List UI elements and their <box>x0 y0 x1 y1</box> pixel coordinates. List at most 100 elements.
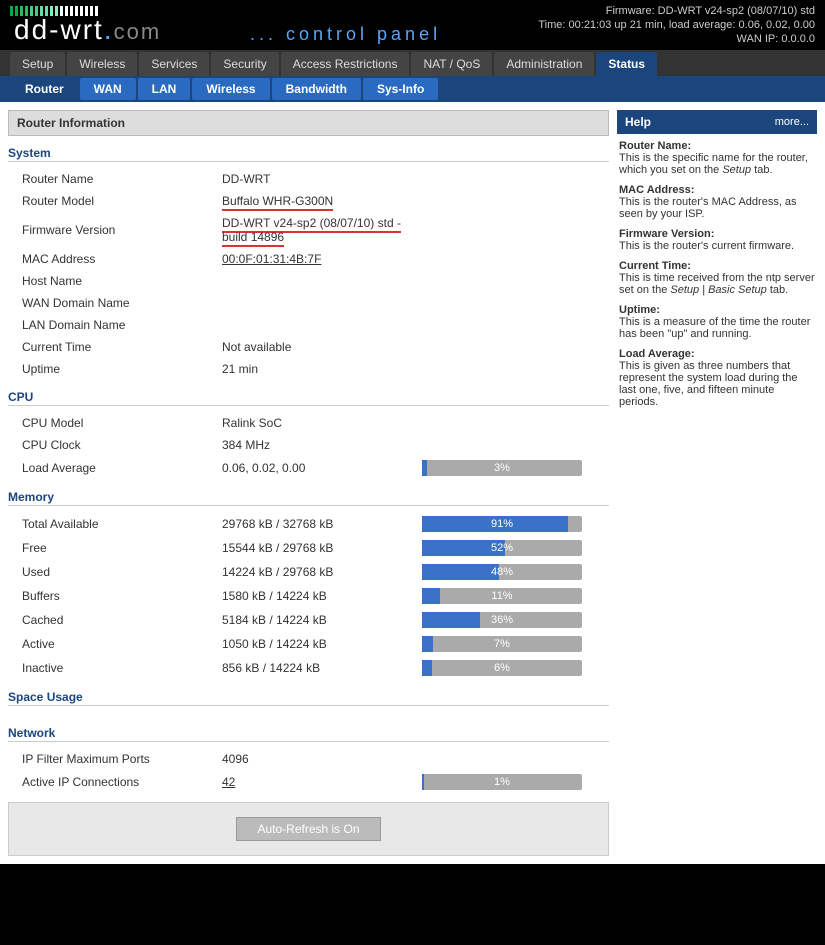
help-body: Router Name:This is the specific name fo… <box>617 134 817 414</box>
label: Router Name <box>22 172 222 186</box>
header-status: Firmware: DD-WRT v24-sp2 (08/07/10) std … <box>538 4 815 46</box>
label: WAN Domain Name <box>22 296 222 310</box>
row-free: Free15544 kB / 29768 kB52% <box>8 536 609 560</box>
label: Load Average <box>22 461 222 475</box>
footer-box: Auto-Refresh is On <box>8 802 609 856</box>
row-wan-domain-name: WAN Domain Name <box>8 292 609 314</box>
bar-cell: 1% <box>422 774 609 790</box>
page: dd-wrt..comcom ... control panel Firmwar… <box>0 0 825 864</box>
help-item-body: This is a measure of the time the router… <box>619 316 815 340</box>
tab-security[interactable]: Security <box>211 52 278 76</box>
value: 0.06, 0.02, 0.00 <box>222 461 422 475</box>
help-panel: Help more... Router Name:This is the spe… <box>617 110 817 414</box>
bar-cell: 52% <box>422 540 609 556</box>
label: Free <box>22 541 222 555</box>
help-item-body: This is the router's current firmware. <box>619 240 815 252</box>
row-cpu-model: CPU ModelRalink SoC <box>8 412 609 434</box>
bar-cell: 7% <box>422 636 609 652</box>
section-cpu: CPUCPU ModelRalink SoCCPU Clock384 MHzLo… <box>8 390 609 480</box>
row-lan-domain-name: LAN Domain Name <box>8 314 609 336</box>
bar-cell: 3% <box>422 460 609 476</box>
tab-services[interactable]: Services <box>139 52 209 76</box>
row-total-available: Total Available29768 kB / 32768 kB91% <box>8 512 609 536</box>
label: Uptime <box>22 362 222 376</box>
subtab-sys-info[interactable]: Sys-Info <box>362 77 439 101</box>
bar-cell: 36% <box>422 612 609 628</box>
help-item-title: MAC Address: <box>619 184 815 196</box>
label: Active IP Connections <box>22 775 222 789</box>
row-buffers: Buffers1580 kB / 14224 kB11% <box>8 584 609 608</box>
help-item-body: This is the router's MAC Address, as see… <box>619 196 815 220</box>
row-active: Active1050 kB / 14224 kB7% <box>8 632 609 656</box>
value: 15544 kB / 29768 kB <box>222 541 422 555</box>
label: Inactive <box>22 661 222 675</box>
value: DD-WRT v24-sp2 (08/07/10) std - build 14… <box>222 216 422 244</box>
value[interactable]: 00:0F:01:31:4B:7F <box>222 252 422 266</box>
content-body: Router Information SystemRouter NameDD-W… <box>0 102 825 864</box>
tab-setup[interactable]: Setup <box>10 52 65 76</box>
help-item-title: Load Average: <box>619 348 815 360</box>
help-item-title: Firmware Version: <box>619 228 815 240</box>
help-item-title: Uptime: <box>619 304 815 316</box>
subtab-bandwidth[interactable]: Bandwidth <box>271 77 362 101</box>
section-space: Space Usage <box>8 690 609 716</box>
row-inactive: Inactive856 kB / 14224 kB6% <box>8 656 609 680</box>
value: 856 kB / 14224 kB <box>222 661 422 675</box>
bar-cell: 91% <box>422 516 609 532</box>
help-item-title: Router Name: <box>619 140 815 152</box>
subtab-lan[interactable]: LAN <box>137 77 192 101</box>
label: Cached <box>22 613 222 627</box>
row-router-name: Router NameDD-WRT <box>8 168 609 190</box>
row-ip-filter-maximum-ports: IP Filter Maximum Ports4096 <box>8 748 609 770</box>
subtab-router[interactable]: Router <box>10 77 79 101</box>
value[interactable]: 42 <box>222 775 422 789</box>
help-header: Help more... <box>617 110 817 134</box>
logo: dd-wrt..comcom <box>14 14 161 46</box>
label: Router Model <box>22 194 222 208</box>
tab-status[interactable]: Status <box>596 52 657 76</box>
row-firmware-version: Firmware VersionDD-WRT v24-sp2 (08/07/10… <box>8 212 609 248</box>
subtab-wireless[interactable]: Wireless <box>191 77 270 101</box>
help-item-body: This is the specific name for the router… <box>619 152 815 176</box>
label: LAN Domain Name <box>22 318 222 332</box>
row-current-time: Current TimeNot available <box>8 336 609 358</box>
tab-administration[interactable]: Administration <box>494 52 594 76</box>
tab-wireless[interactable]: Wireless <box>67 52 137 76</box>
help-title: Help <box>625 115 651 129</box>
section-title-network: Network <box>8 726 609 742</box>
label: Firmware Version <box>22 223 222 237</box>
autorefresh-button[interactable]: Auto-Refresh is On <box>236 817 380 841</box>
subtab-wan[interactable]: WAN <box>79 77 137 101</box>
label: Active <box>22 637 222 651</box>
value: 29768 kB / 32768 kB <box>222 517 422 531</box>
row-load-average: Load Average0.06, 0.02, 0.003% <box>8 456 609 480</box>
row-uptime: Uptime21 min <box>8 358 609 380</box>
value: 1050 kB / 14224 kB <box>222 637 422 651</box>
sub-tabs: RouterWANLANWirelessBandwidthSys-Info <box>0 76 825 102</box>
section-title-system: System <box>8 146 609 162</box>
main-tabs: SetupWirelessServicesSecurityAccess Rest… <box>0 50 825 76</box>
value: Not available <box>222 340 422 354</box>
section-title-memory: Memory <box>8 490 609 506</box>
tab-access-restrictions[interactable]: Access Restrictions <box>281 52 410 76</box>
help-item-body: This is time received from the ntp serve… <box>619 272 815 296</box>
label: CPU Clock <box>22 438 222 452</box>
section-memory: Memory Total Available29768 kB / 32768 kB… <box>8 490 609 680</box>
firmware-line: Firmware: DD-WRT v24-sp2 (08/07/10) std <box>538 4 815 18</box>
row-cached: Cached5184 kB / 14224 kB36% <box>8 608 609 632</box>
row-used: Used14224 kB / 29768 kB48% <box>8 560 609 584</box>
help-item-body: This is given as three numbers that repr… <box>619 360 815 408</box>
top-bar: dd-wrt..comcom ... control panel Firmwar… <box>0 0 825 50</box>
time-line: Time: 00:21:03 up 21 min, load average: … <box>538 18 815 32</box>
section-title-cpu: CPU <box>8 390 609 406</box>
row-active-ip-connections: Active IP Connections421% <box>8 770 609 794</box>
row-host-name: Host Name <box>8 270 609 292</box>
tab-nat-qos[interactable]: NAT / QoS <box>411 52 492 76</box>
value: Ralink SoC <box>222 416 422 430</box>
help-more-link[interactable]: more... <box>775 116 809 128</box>
value: DD-WRT <box>222 172 422 186</box>
bar-cell: 11% <box>422 588 609 604</box>
row-router-model: Router ModelBuffalo WHR-G300N <box>8 190 609 212</box>
help-item-title: Current Time: <box>619 260 815 272</box>
bar-cell: 6% <box>422 660 609 676</box>
